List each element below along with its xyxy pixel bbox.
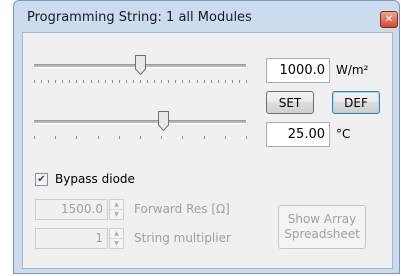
slider-tick: [246, 80, 247, 83]
slider-tick: [204, 136, 205, 139]
slider-tick: [126, 80, 127, 83]
slider-tick: [204, 80, 205, 83]
slider-tick: [34, 136, 35, 139]
slider-tick: [232, 80, 233, 83]
forward-res-label: Forward Res [Ω]: [134, 202, 230, 216]
string-multiplier-input[interactable]: 1: [35, 228, 108, 249]
def-button[interactable]: DEF: [332, 91, 380, 114]
slider-tick: [175, 80, 176, 83]
slider-tick: [83, 80, 84, 83]
close-button[interactable]: ✕: [380, 11, 398, 28]
slider-tick: [225, 80, 226, 83]
slider-tick: [246, 136, 247, 139]
slider-tick: [41, 80, 42, 83]
close-icon: ✕: [384, 14, 394, 25]
slider-tick: [112, 80, 113, 83]
dialog-body: 1000.0 W/m² SET DEF 25.00 °C ✔ Bypass di…: [22, 32, 393, 269]
slider-tick: [133, 80, 134, 83]
slider-tick: [105, 80, 106, 83]
slider-tick: [147, 80, 148, 83]
slider-tick: [119, 136, 120, 139]
forward-res-spinner[interactable]: ▲ ▼: [109, 199, 124, 220]
slider-ticks: [34, 80, 247, 84]
slider-tick: [161, 136, 162, 139]
show-array-spreadsheet-button[interactable]: Show Array Spreadsheet: [278, 205, 366, 249]
slider-tick: [211, 80, 212, 83]
slider-tick: [161, 80, 162, 83]
slider-tick: [189, 80, 190, 83]
slider-tick: [182, 136, 183, 139]
slider-tick: [140, 136, 141, 139]
set-button[interactable]: SET: [266, 91, 314, 114]
slider-tick: [55, 80, 56, 83]
slider-tick: [62, 80, 63, 83]
slider-ticks: [34, 136, 247, 140]
slider-tick: [168, 80, 169, 83]
irradiance-input[interactable]: 1000.0: [266, 58, 330, 83]
slider-tick: [34, 80, 35, 83]
slider-track: [34, 120, 246, 124]
bypass-diode-checkbox[interactable]: ✔: [35, 173, 48, 186]
bypass-diode-label: Bypass diode: [55, 172, 135, 186]
slider-tick: [76, 80, 77, 83]
spin-up-icon[interactable]: ▲: [110, 200, 123, 210]
slider-tick: [197, 80, 198, 83]
spin-up-icon[interactable]: ▲: [110, 229, 123, 239]
irradiance-unit: W/m²: [336, 63, 369, 77]
button-label-line1: Show Array: [287, 212, 357, 226]
slider-thumb[interactable]: [135, 55, 146, 75]
slider-thumb[interactable]: [158, 111, 169, 131]
slider-tick: [154, 80, 155, 83]
slider-tick: [55, 136, 56, 139]
window-title: Programming String: 1 all Modules: [27, 10, 252, 25]
temperature-unit: °C: [336, 127, 351, 141]
slider-tick: [69, 80, 70, 83]
string-multiplier-spinner[interactable]: ▲ ▼: [109, 228, 124, 249]
slider-tick: [182, 80, 183, 83]
slider-tick: [218, 80, 219, 83]
spin-down-icon[interactable]: ▼: [110, 239, 123, 248]
spin-down-icon[interactable]: ▼: [110, 210, 123, 219]
slider-tick: [91, 80, 92, 83]
slider-tick: [76, 136, 77, 139]
slider-tick: [98, 80, 99, 83]
temperature-slider[interactable]: [32, 111, 248, 149]
dialog-window: Programming String: 1 all Modules ✕ 1000…: [13, 0, 400, 274]
temperature-input[interactable]: 25.00: [266, 122, 330, 147]
button-label-line2: Spreadsheet: [284, 227, 360, 241]
slider-tick: [140, 80, 141, 83]
irradiance-slider[interactable]: [32, 55, 248, 93]
slider-tick: [98, 136, 99, 139]
string-multiplier-label: String multiplier: [134, 231, 231, 245]
forward-res-input[interactable]: 1500.0: [35, 199, 108, 220]
slider-tick: [48, 80, 49, 83]
slider-tick: [225, 136, 226, 139]
check-icon: ✔: [37, 174, 46, 185]
slider-tick: [119, 80, 120, 83]
slider-tick: [239, 80, 240, 83]
